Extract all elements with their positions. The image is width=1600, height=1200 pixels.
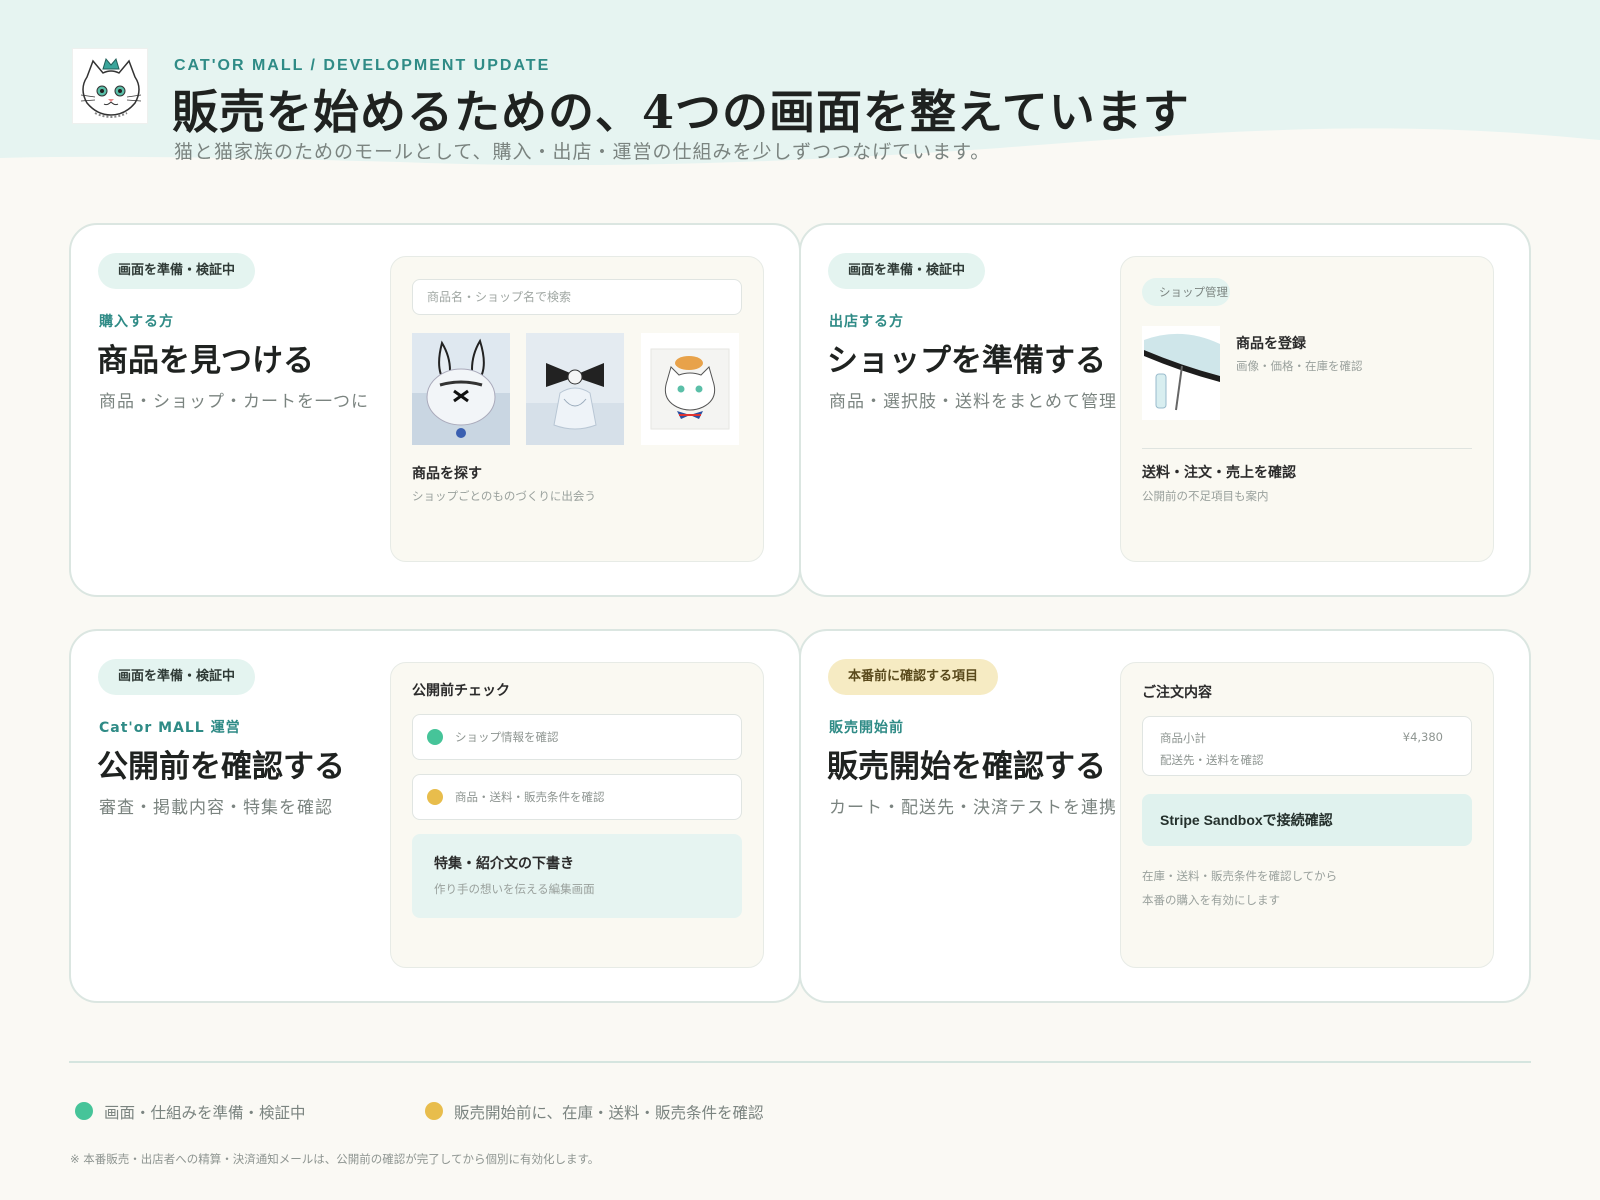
status-dot-green (75, 1102, 93, 1120)
panel-subtext: ショップごとのものづくりに出会う (412, 489, 596, 503)
footer-divider (69, 1061, 1531, 1063)
status-badge: 画面を準備・検証中 (98, 253, 256, 289)
card-title: 販売開始を確認する (827, 749, 1106, 785)
card-launch: 本番前に確認する項目 販売開始前 販売開始を確認する カート・配送先・決済テスト… (799, 629, 1531, 1003)
check-item-label: ショップ情報を確認 (455, 730, 559, 744)
review-screen-preview: 公開前チェック ショップ情報を確認 商品・送料・販売条件を確認 特集・紹介文の下… (390, 662, 764, 968)
cat-illustration-image[interactable] (641, 333, 739, 445)
card-operations: 画面を準備・検証中 Cat'or MALL 運営 公開前を確認する 審査・掲載内… (69, 629, 801, 1003)
shipping-label: 配送先・送料を確認 (1160, 753, 1264, 767)
legend-label: 画面・仕組みを準備・検証中 (104, 1104, 306, 1122)
divider (1142, 448, 1472, 449)
panel-heading: ご注文内容 (1142, 685, 1212, 701)
panel-heading: 商品を探す (412, 466, 482, 482)
panel-heading: 送料・注文・売上を確認 (1142, 465, 1296, 481)
launch-note: 本番の購入を有効にします (1142, 893, 1280, 907)
status-dot-yellow (427, 789, 443, 805)
status-badge: 画面を準備・検証中 (98, 659, 256, 695)
legend-label: 販売開始前に、在庫・送料・販売条件を確認 (454, 1104, 764, 1122)
subtotal-label: 商品小計 (1160, 731, 1206, 745)
footnote: ※ 本番販売・出店者への精算・決済通知メールは、公開前の確認が完了してから個別に… (70, 1152, 600, 1166)
card-seller: 画面を準備・検証中 出店する方 ショップを準備する 商品・選択肢・送料をまとめて… (799, 223, 1531, 597)
card-title: ショップを準備する (827, 343, 1106, 379)
page-subtitle: 猫と猫家族のためのモールとして、購入・出店・運営の仕組みを少しずつつなげています… (174, 141, 991, 163)
search-input[interactable]: 商品名・ショップ名で検索 (412, 279, 742, 315)
card-title: 公開前を確認する (97, 749, 345, 785)
status-dot-yellow (425, 1102, 443, 1120)
card-role: 出店する方 (829, 314, 904, 330)
launch-note: 在庫・送料・販売条件を確認してから (1142, 869, 1338, 883)
card-description: 商品・ショップ・カートを一つに (99, 392, 369, 412)
ribbon-collar-image[interactable] (526, 333, 624, 445)
card-buyer: 画面を準備・検証中 購入する方 商品を見つける 商品・ショップ・カートを一つに … (69, 223, 801, 597)
card-role: Cat'or MALL 運営 (99, 720, 241, 736)
card-role: 購入する方 (99, 314, 174, 330)
subtotal-value: ¥4,380 (1402, 730, 1443, 744)
card-title: 商品を見つける (97, 343, 314, 379)
status-badge-warning: 本番前に確認する項目 (828, 659, 999, 695)
feature-draft-box[interactable]: 特集・紹介文の下書き 作り手の想いを伝える編集画面 (412, 834, 742, 918)
umbrella-image (1142, 326, 1220, 420)
status-badge: 画面を準備・検証中 (828, 253, 986, 289)
card-description: 商品・選択肢・送料をまとめて管理 (829, 392, 1117, 412)
cat-with-crown-icon (72, 48, 148, 124)
check-item-conditions[interactable]: 商品・送料・販売条件を確認 (412, 774, 742, 820)
tab-shop-management[interactable]: ショップ管理 (1142, 278, 1230, 306)
feature-draft-title: 特集・紹介文の下書き (434, 856, 574, 872)
stripe-connect-button[interactable]: Stripe Sandboxで接続確認 (1142, 794, 1472, 846)
card-description: カート・配送先・決済テストを連携 (829, 798, 1117, 818)
check-item-label: 商品・送料・販売条件を確認 (455, 790, 605, 804)
card-description: 審査・掲載内容・特集を確認 (99, 798, 333, 818)
register-item-sub: 画像・価格・在庫を確認 (1236, 359, 1363, 373)
status-dot-green (427, 729, 443, 745)
seller-screen-preview: ショップ管理 商品を登録 画像・価格・在庫を確認 送料・注文・売上を確認 公開前… (1120, 256, 1494, 562)
register-item-title: 商品を登録 (1236, 336, 1306, 352)
feature-draft-sub: 作り手の想いを伝える編集画面 (434, 882, 595, 896)
page-title: 販売を始めるための、4つの画面を整えています (172, 85, 1190, 139)
check-item-shop-info[interactable]: ショップ情報を確認 (412, 714, 742, 760)
buyer-screen-preview: 商品名・ショップ名で検索 商品を探す ショップごとのものづくりに出会う (390, 256, 764, 562)
panel-heading: 公開前チェック (412, 683, 510, 699)
eyebrow-label: CAT'OR MALL / DEVELOPMENT UPDATE (174, 57, 551, 74)
card-role: 販売開始前 (829, 720, 904, 736)
checkout-screen-preview: ご注文内容 商品小計 ¥4,380 配送先・送料を確認 Stripe Sandb… (1120, 662, 1494, 968)
order-summary: 商品小計 ¥4,380 配送先・送料を確認 (1142, 716, 1472, 776)
panel-subtext: 公開前の不足項目も案内 (1142, 489, 1269, 503)
bunny-ear-hat-image[interactable] (412, 333, 510, 445)
